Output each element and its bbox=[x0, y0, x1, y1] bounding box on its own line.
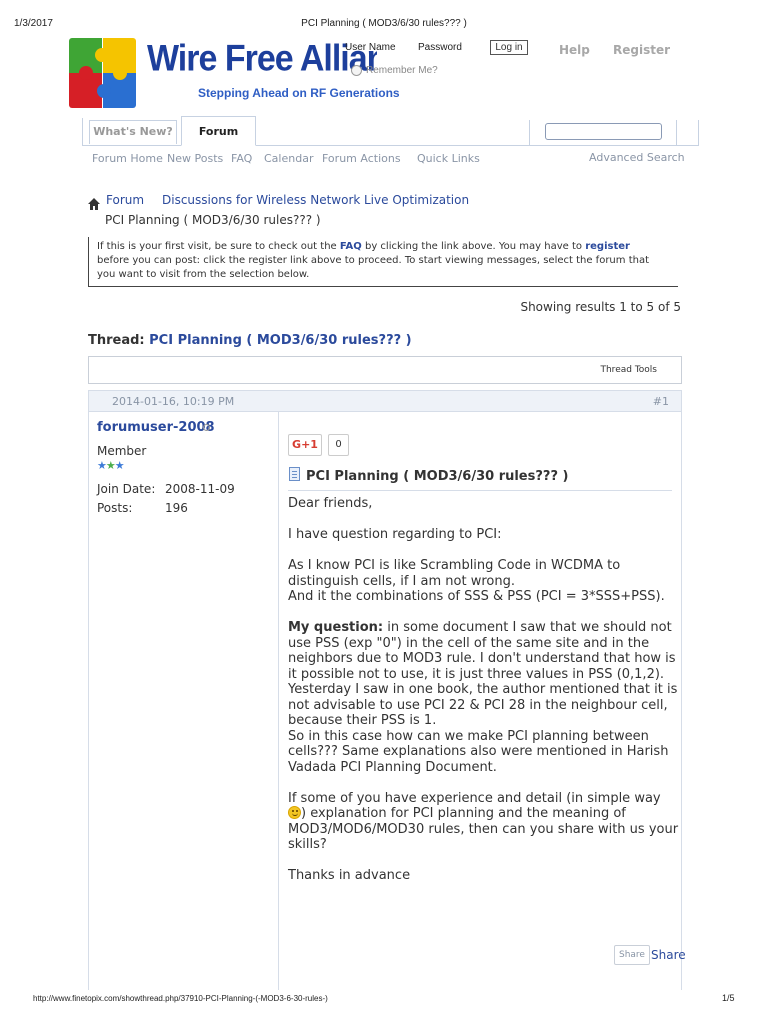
post-line: If some of you have experience and detai… bbox=[288, 790, 661, 806]
rank-stars-icon: ★★★ bbox=[97, 459, 125, 472]
join-date-label: Join Date: bbox=[97, 482, 156, 496]
post-line: Thanks in advance bbox=[288, 868, 411, 883]
breadcrumb-current: PCI Planning ( MOD3/6/30 rules??? ) bbox=[105, 213, 321, 227]
notice-text-2: by clicking the link above. You may have… bbox=[361, 241, 586, 252]
notice-text-1: If this is your first visit, be sure to … bbox=[97, 241, 340, 252]
post-line: skills? bbox=[288, 837, 327, 852]
join-date-value: 2008-11-09 bbox=[165, 482, 235, 496]
my-question-label: My question: bbox=[288, 620, 384, 635]
sublink-forum-actions[interactable]: Forum Actions bbox=[322, 152, 401, 165]
post-line: My question: in some document I saw that… bbox=[288, 620, 672, 635]
post-line: because their PSS is 1. bbox=[288, 713, 437, 728]
sublink-new-posts[interactable]: New Posts bbox=[167, 152, 223, 165]
post-number[interactable]: #1 bbox=[653, 395, 669, 408]
post-header-bar: 2014-01-16, 10:19 PM #1 bbox=[88, 390, 682, 412]
sublink-quick-links[interactable]: Quick Links bbox=[417, 152, 480, 165]
post-title: PCI Planning ( MOD3/6/30 rules??? ) bbox=[306, 469, 569, 484]
sublink-faq[interactable]: FAQ bbox=[231, 152, 252, 165]
tab-whats-new[interactable]: What's New? bbox=[89, 120, 177, 144]
post-line: Vadada PCI Planning Document. bbox=[288, 759, 497, 775]
print-footer-url: http://www.finetopix.com/showthread.php/… bbox=[33, 994, 328, 1003]
thread-heading: Thread: PCI Planning ( MOD3/6/30 rules??… bbox=[88, 333, 412, 348]
post-content: Dear friends, I have question regarding … bbox=[288, 496, 678, 884]
post-date: 2014-01-16, 10:19 PM bbox=[112, 395, 235, 408]
post-line: it possible not to use, it is just three… bbox=[288, 666, 665, 682]
posts-label: Posts: bbox=[97, 501, 133, 515]
nav-left-edge bbox=[82, 118, 83, 146]
post-line: ) explanation for PCI planning and the m… bbox=[288, 806, 678, 822]
sublink-forum-home[interactable]: Forum Home bbox=[92, 152, 163, 165]
document-icon bbox=[289, 467, 300, 481]
offline-status-icon bbox=[203, 424, 210, 431]
post-line: cells??? Same explanations also were men… bbox=[288, 744, 669, 759]
breadcrumb-discussions[interactable]: Discussions for Wireless Network bbox=[162, 193, 360, 207]
search-button[interactable] bbox=[676, 120, 699, 146]
nav-divider bbox=[82, 145, 699, 146]
puzzle-logo-icon[interactable] bbox=[69, 38, 137, 108]
thread-tools-bar: Thread Tools bbox=[88, 356, 682, 384]
site-tagline: Stepping Ahead on RF Generations bbox=[198, 86, 400, 100]
login-button[interactable]: Log in bbox=[490, 40, 528, 55]
post-line: neighbors due to MOD3 rule. I don't unde… bbox=[288, 651, 676, 666]
post-line: So in this case how can we make PCI plan… bbox=[288, 728, 649, 744]
post-line: As I know PCI is like Scrambling Code in… bbox=[288, 558, 621, 573]
thread-title-link[interactable]: PCI Planning ( MOD3/6/30 rules??? ) bbox=[149, 333, 411, 348]
notice-text-3: before you can post: click the register … bbox=[97, 255, 649, 266]
post-title-divider bbox=[288, 490, 672, 491]
search-separator bbox=[529, 120, 530, 146]
gplus-count: 0 bbox=[328, 434, 349, 456]
post-line: Yesterday I saw in one book, the author … bbox=[288, 682, 678, 697]
notice-faq-link[interactable]: FAQ bbox=[340, 241, 362, 252]
post-line: I have question regarding to PCI: bbox=[288, 527, 502, 542]
gplus-button[interactable]: G+1 bbox=[288, 434, 322, 456]
advanced-search-link[interactable]: Advanced Search bbox=[589, 151, 685, 164]
post-username[interactable]: forumuser-2008 bbox=[97, 420, 215, 435]
smile-emoji-icon bbox=[288, 806, 301, 819]
breadcrumb-forum[interactable]: Forum bbox=[106, 193, 144, 207]
thread-prefix: Thread: bbox=[88, 333, 150, 348]
post-line: MOD3/MOD6/MOD30 rules, then can you shar… bbox=[288, 821, 679, 837]
user-rank: Member bbox=[97, 444, 147, 458]
post-line: not advisable to use PCI 22 & PCI 28 in … bbox=[288, 697, 668, 713]
site-logo-title[interactable]: Wire Free Alliance bbox=[147, 38, 377, 80]
notice-text-4: you want to visit from the selection bel… bbox=[97, 269, 310, 280]
post-line: Dear friends, bbox=[288, 496, 373, 511]
print-footer-page: 1/5 bbox=[722, 993, 735, 1003]
print-title: PCI Planning ( MOD3/6/30 rules??? ) bbox=[301, 18, 467, 29]
posts-value: 196 bbox=[165, 501, 188, 515]
share-button-small[interactable]: Share bbox=[614, 945, 650, 965]
post-line: use PSS (exp "0") in the cell of the sam… bbox=[288, 635, 650, 651]
tab-forum[interactable]: Forum bbox=[181, 116, 256, 146]
register-link[interactable]: Register bbox=[613, 43, 670, 57]
sublink-calendar[interactable]: Calendar bbox=[264, 152, 313, 165]
post-column-divider bbox=[278, 412, 279, 990]
search-input[interactable] bbox=[545, 123, 662, 140]
remember-me-label: Remember Me? bbox=[366, 65, 438, 76]
home-icon[interactable] bbox=[88, 195, 100, 210]
notice-register-link[interactable]: register bbox=[585, 241, 630, 252]
results-count: Showing results 1 to 5 of 5 bbox=[520, 300, 681, 314]
remember-me-checkbox[interactable] bbox=[351, 65, 362, 76]
help-link[interactable]: Help bbox=[559, 43, 590, 57]
thread-tools-button[interactable]: Thread Tools bbox=[600, 365, 657, 375]
password-label: Password bbox=[418, 42, 462, 53]
post-line: distinguish cells, if I am not wrong. bbox=[288, 573, 515, 589]
username-label: User Name bbox=[345, 42, 396, 53]
breadcrumb-live-optimization[interactable]: Live Optimization bbox=[364, 193, 469, 207]
post-line: And it the combinations of SSS & PSS (PC… bbox=[288, 589, 665, 604]
share-link[interactable]: Share bbox=[651, 948, 686, 962]
notice-box: If this is your first visit, be sure to … bbox=[88, 237, 678, 287]
